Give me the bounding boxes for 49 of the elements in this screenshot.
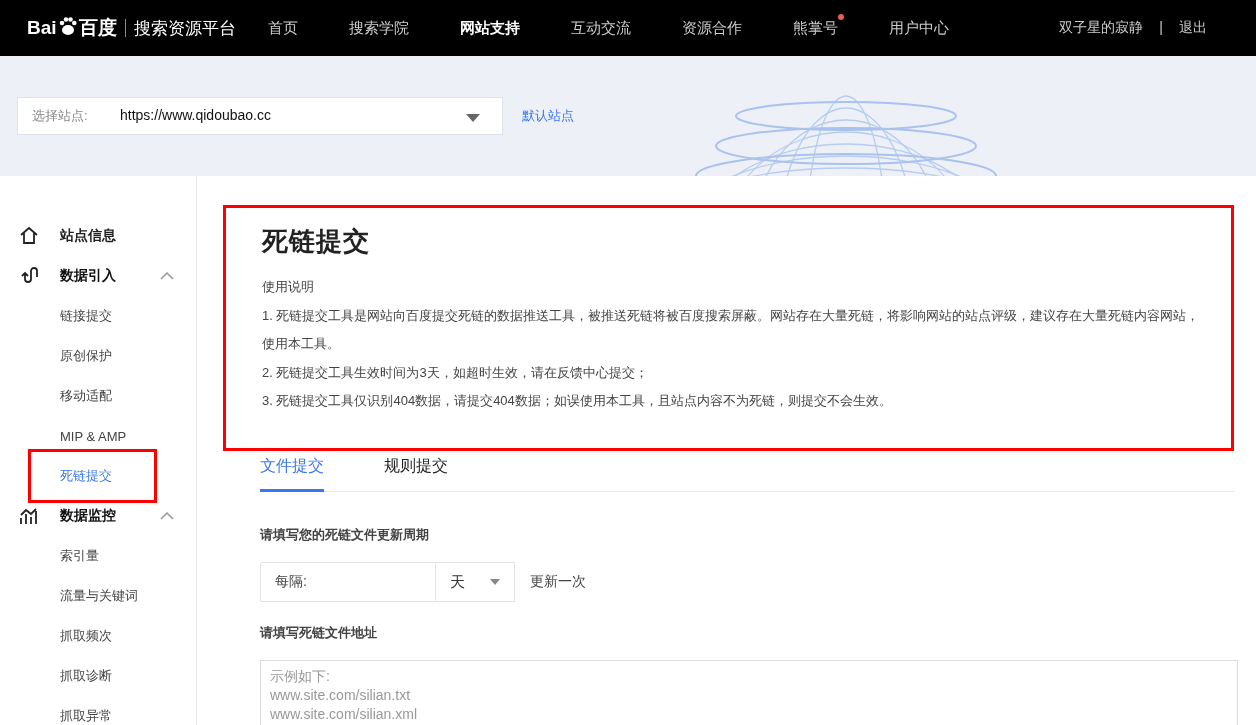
interval-field[interactable]: 每隔: <box>260 562 436 602</box>
sidebar-item[interactable]: 流量与关键词 <box>60 587 138 605</box>
logo-text: Bai <box>27 17 57 39</box>
user-name-link[interactable]: 双子星的寂静 <box>1059 19 1144 37</box>
sidebar-group[interactable]: 数据监控 <box>60 507 160 525</box>
default-site-link[interactable]: 默认站点 <box>522 107 574 125</box>
caret-icon <box>490 579 500 585</box>
nav-link[interactable]: 互动交流 <box>571 18 631 38</box>
nav-link[interactable]: 资源合作 <box>682 18 742 38</box>
page-title: 死链提交 <box>262 225 371 258</box>
paw-icon <box>57 16 78 36</box>
nav-link[interactable]: 搜索学院 <box>349 18 409 38</box>
sidebar-item[interactable]: 抓取异常 <box>60 707 112 725</box>
nav-link[interactable]: 网站支持 <box>460 18 520 38</box>
sidebar-group[interactable]: 数据引入 <box>60 267 160 285</box>
form-label: 请填写您的死链文件更新周期 <box>260 526 430 544</box>
sidebar-item[interactable]: 抓取频次 <box>60 627 112 645</box>
logo-text: 百度 <box>78 16 117 40</box>
sidebar-item[interactable]: MIP & AMP <box>60 428 127 444</box>
chevron-icon <box>160 272 174 280</box>
nav-link[interactable]: 熊掌号 <box>793 18 838 38</box>
tab[interactable]: 文件提交 <box>260 452 324 492</box>
site-select[interactable]: 选择站点: https://www.qidoubao.cc <box>17 97 503 135</box>
unit-select[interactable]: 天 <box>436 562 515 602</box>
instruction-text: 3. 死链提交工具仅识别404数据，请提交404数据；如误使用本工具，且站点内容不为死链，则提交不会生效。 <box>262 392 893 410</box>
nav-link[interactable]: 用户中心 <box>889 18 949 38</box>
separator-text: | <box>1159 19 1163 37</box>
nav-link[interactable]: 首页 <box>268 18 298 38</box>
tab[interactable]: 规则提交 <box>384 452 448 492</box>
home-icon <box>19 226 39 246</box>
platform-title: 搜索资源平台 <box>133 17 236 40</box>
hook-icon <box>19 266 39 286</box>
logout-link[interactable]: 退出 <box>1179 19 1207 37</box>
instruction-text: 2. 死链提交工具生效时间为3天，如超时生效，请在反馈中心提交； <box>262 363 649 382</box>
sidebar-item[interactable]: 抓取诊断 <box>60 667 112 685</box>
sidebar-group[interactable]: 站点信息 <box>60 227 196 245</box>
sidebar-item[interactable]: 索引量 <box>60 547 99 565</box>
chevron-icon <box>160 512 174 520</box>
instruction-text: 1. 死链提交工具是网站向百度提交死链的数据推送工具，被推送死链将被百度搜索屏蔽。网站存在大量死链，将影响网站的站点评级，建议存在大量死链内容网站，使用本工具。 <box>262 306 1201 353</box>
sidebar-item[interactable]: 死链提交 <box>60 467 112 485</box>
suffix-text: 更新一次 <box>530 573 586 591</box>
address-field[interactable]: 示例如下: www.site.com/silian.txt www.site.com/silian.xml <box>260 660 1238 725</box>
sidebar-item[interactable]: 移动适配 <box>60 387 112 405</box>
sidebar-item[interactable]: 原创保护 <box>60 347 112 365</box>
caret-icon <box>466 114 480 122</box>
sidebar-item[interactable]: 链接提交 <box>60 307 112 325</box>
form-label: 请填写死链文件地址 <box>260 624 378 642</box>
chart-icon <box>19 506 39 526</box>
instructions-heading: 使用说明 <box>262 278 315 296</box>
